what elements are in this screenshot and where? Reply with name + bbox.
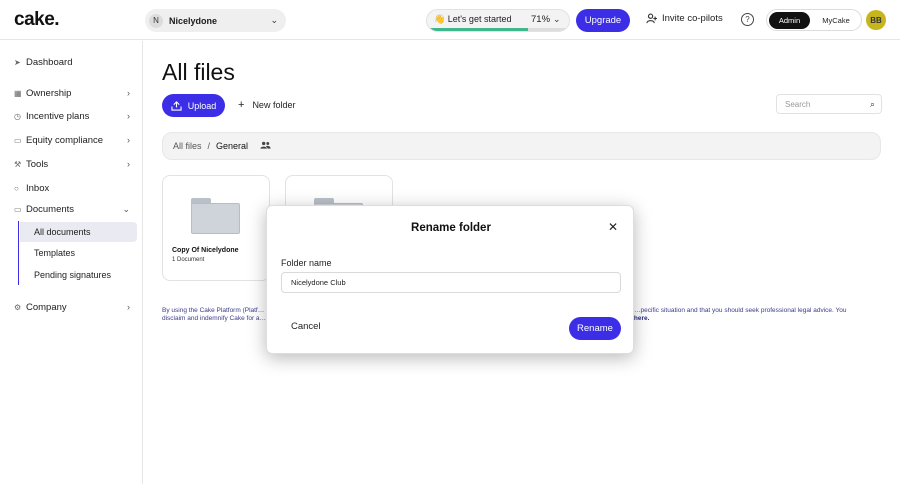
folder-name-label: Folder name <box>281 258 332 268</box>
rename-button[interactable]: Rename <box>569 317 621 340</box>
cancel-button[interactable]: Cancel <box>281 321 331 332</box>
folder-name-input[interactable] <box>281 272 621 293</box>
close-icon[interactable]: ✕ <box>608 220 618 234</box>
dialog-title: Rename folder <box>411 222 491 234</box>
rename-folder-dialog: Rename folder ✕ Folder name Cancel Renam… <box>266 205 634 354</box>
